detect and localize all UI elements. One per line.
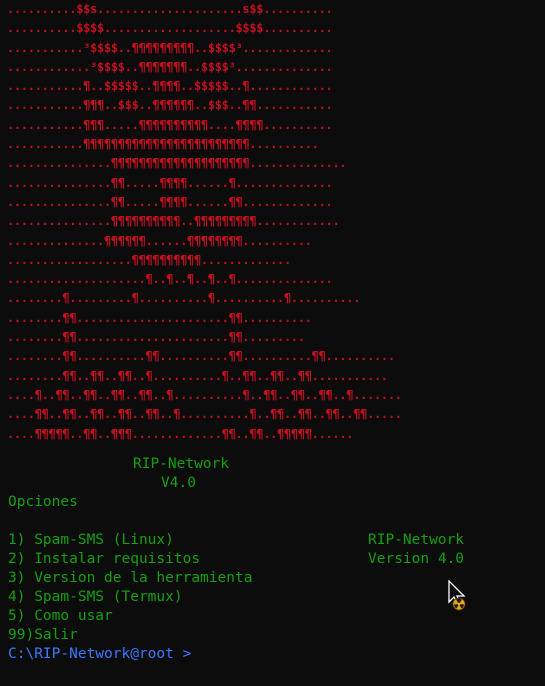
ascii-art-line: ....................¶..¶..¶..¶..¶.......… — [7, 272, 333, 287]
terminal-window[interactable]: ..........$$s.....................s$$...… — [0, 0, 545, 686]
ascii-art-line: ...............¶¶¶¶¶¶¶¶¶¶..¶¶¶¶¶¶¶¶¶....… — [7, 214, 340, 229]
ascii-art-line: ...............¶¶.....¶¶¶¶......¶.......… — [7, 175, 333, 190]
ascii-art-line: ........¶¶......................¶¶......… — [7, 330, 305, 345]
ascii-art-line: ...........¶..$$$$$..¶¶¶¶..$$$$$..¶.....… — [7, 79, 333, 94]
ascii-art-line: ...........³$$$$..¶¶¶¶¶¶¶¶¶..$$$$³......… — [7, 40, 333, 55]
ascii-art-line: ...............¶¶.....¶¶¶¶......¶¶......… — [7, 194, 333, 209]
ascii-art-line: ...........¶¶¶¶¶¶¶¶¶¶¶¶¶¶¶¶¶¶¶¶¶¶¶¶.....… — [7, 137, 319, 152]
side-info-version: Version 4.0 — [368, 551, 465, 567]
ascii-art-line: ....¶¶¶¶¶..¶¶..¶¶¶.............¶¶..¶¶..¶… — [7, 426, 354, 441]
menu-heading: Opciones — [8, 494, 78, 510]
ascii-art-line: ...............¶¶¶¶¶¶¶¶¶¶¶¶¶¶¶¶¶¶¶¶.....… — [7, 156, 347, 171]
command-prompt[interactable]: C:\RIP-Network@root > — [8, 645, 191, 664]
banner-title: RIP-Network — [133, 456, 230, 472]
menu-item-spam-sms-termux: 4) Spam-SMS (Termux) — [8, 589, 183, 605]
ascii-art-line: ....¶¶..¶¶..¶¶..¶¶..¶¶..¶..........¶..¶¶… — [7, 407, 402, 422]
side-info-title: RIP-Network — [368, 532, 465, 548]
menu-item-como-usar: 5) Como usar — [8, 608, 113, 624]
ascii-art-line: ..........$$s.....................s$$...… — [7, 2, 333, 16]
menu-item-salir: 99)Salir — [8, 627, 78, 643]
ascii-art-line: ...........¶¶¶..$$$..¶¶¶¶¶¶..$$$..¶¶....… — [7, 98, 333, 113]
ascii-art-line: ..................¶¶¶¶¶¶¶¶¶¶............… — [7, 252, 291, 267]
ascii-art-line: ..............¶¶¶¶¶¶......¶¶¶¶¶¶¶¶......… — [7, 233, 312, 248]
banner-version: V4.0 — [161, 475, 196, 491]
ascii-art-line: ........¶¶......................¶¶......… — [7, 310, 312, 325]
menu-item-spam-sms-linux: 1) Spam-SMS (Linux) — [8, 532, 174, 548]
ascii-art-skull: ..........$$s.....................s$$...… — [7, 0, 402, 444]
ascii-art-line: ........¶.........¶..........¶..........… — [7, 291, 361, 306]
menu-item-instalar-requisitos: 2) Instalar requisitos — [8, 551, 201, 567]
busy-cursor-icon — [448, 580, 466, 611]
menu-item-version: 3) Version de la herramienta — [8, 570, 253, 586]
ascii-art-line: ....¶..¶¶..¶¶..¶¶..¶¶..¶..........¶..¶¶.… — [7, 387, 402, 402]
ascii-art-line: ..........$$$$...................$$$$...… — [7, 21, 333, 36]
ascii-art-line: ...........¶¶¶.....¶¶¶¶¶¶¶¶¶¶....¶¶¶¶...… — [7, 117, 333, 132]
ascii-art-line: ........¶¶..........¶¶..........¶¶......… — [7, 349, 395, 364]
ascii-art-line: ............³$$$$..¶¶¶¶¶¶¶..$$$$³.......… — [7, 59, 333, 74]
ascii-art-line: ........¶¶..¶¶..¶¶..¶..........¶..¶¶..¶¶… — [7, 368, 388, 383]
